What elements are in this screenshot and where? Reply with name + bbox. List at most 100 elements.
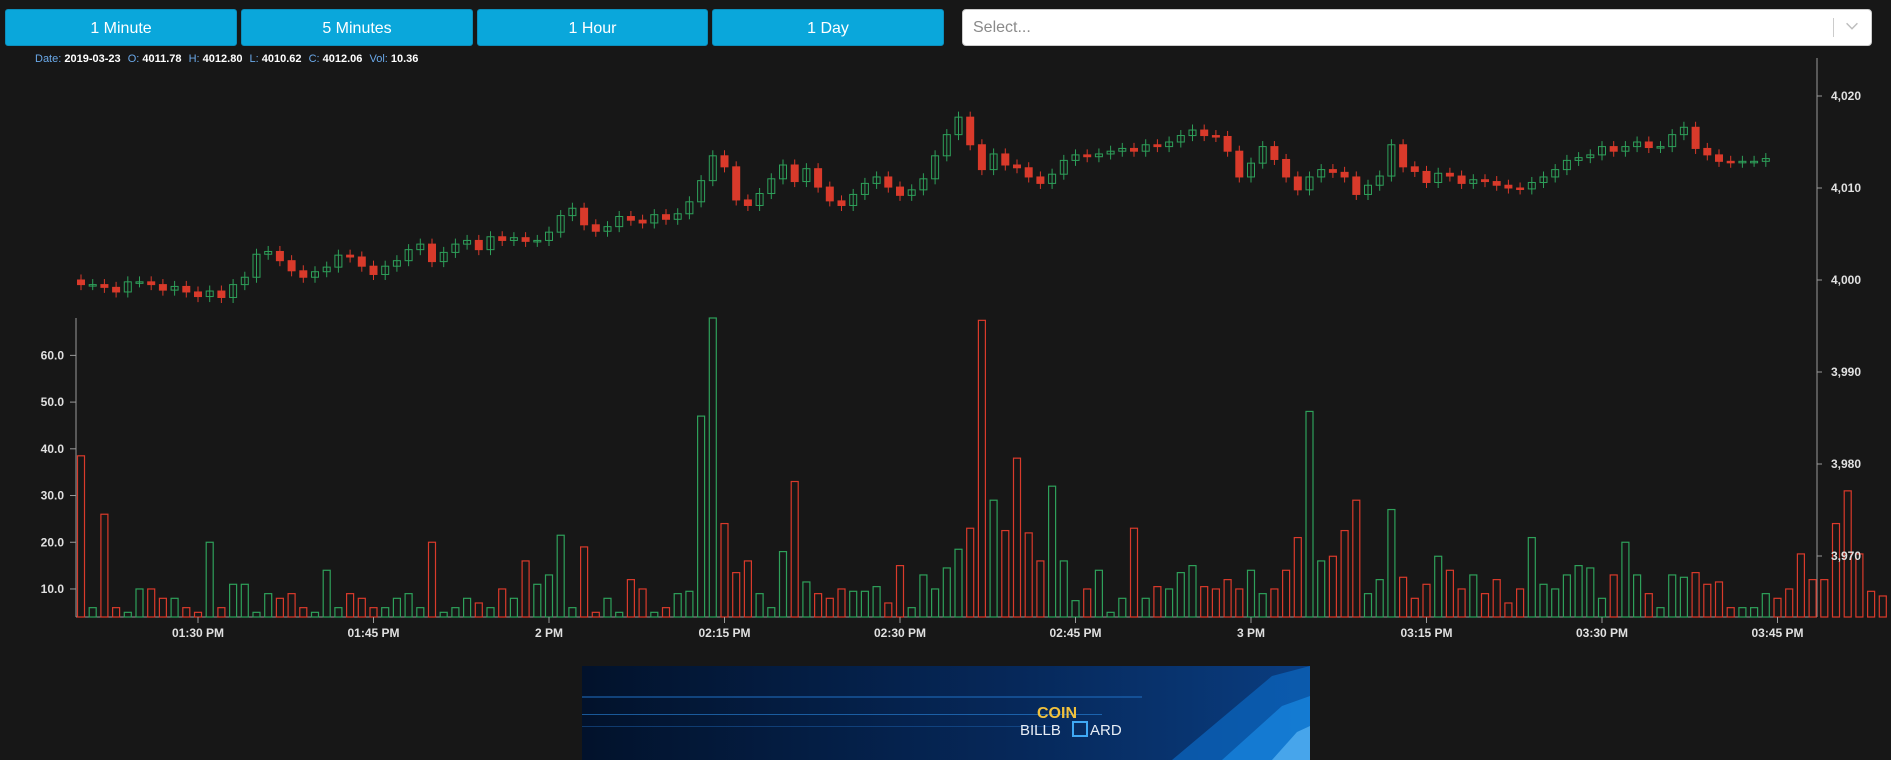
volume-bar xyxy=(989,499,998,618)
volume-bar xyxy=(240,583,249,618)
volume-bar xyxy=(1281,569,1291,618)
volume-bar xyxy=(310,611,320,618)
candle-body xyxy=(1644,141,1653,149)
volume-bar xyxy=(1398,576,1408,618)
volume-bar xyxy=(942,567,951,618)
time-tick-label: 02:15 PM xyxy=(698,626,750,640)
time-tick-label: 2 PM xyxy=(535,626,563,640)
volume-bar xyxy=(1036,560,1045,618)
volume-bar xyxy=(966,527,975,618)
candle-body xyxy=(521,237,530,242)
volume-bar xyxy=(486,607,495,618)
volume-bar xyxy=(1574,565,1583,618)
volume-bar xyxy=(404,593,413,618)
candle-body xyxy=(1422,170,1431,183)
time-tick-label: 3 PM xyxy=(1237,626,1265,640)
price-tick-label: 3,980 xyxy=(1831,457,1861,471)
volume-bar xyxy=(1293,536,1302,618)
volume-bar xyxy=(357,597,366,618)
candle-body xyxy=(275,250,284,262)
volume-bar xyxy=(229,583,238,618)
candle-body xyxy=(580,207,589,226)
price-tick-label: 4,020 xyxy=(1831,89,1861,103)
candle-body xyxy=(626,216,635,221)
candle-body xyxy=(591,224,600,232)
volume-bar xyxy=(615,611,624,618)
volume-bar xyxy=(1457,588,1466,618)
coinbillboard-logo: COIN BILLB ARD xyxy=(582,666,1310,760)
volume-bar xyxy=(1820,579,1829,618)
candle-body xyxy=(662,214,670,220)
candle-body xyxy=(720,155,729,168)
volume-bar xyxy=(123,611,132,618)
volume-bar xyxy=(1656,607,1665,618)
candle-body xyxy=(182,285,191,293)
banner-word-coin: COIN xyxy=(1037,705,1077,722)
volume-bar xyxy=(1785,588,1794,618)
volume-bar xyxy=(568,607,577,618)
volume-bar xyxy=(1363,593,1373,618)
volume-bar xyxy=(1632,574,1642,618)
volume-bar xyxy=(1094,569,1104,618)
volume-bar xyxy=(1270,588,1279,618)
volume-bar xyxy=(1808,579,1817,618)
candle-body xyxy=(1130,147,1138,152)
volume-bar xyxy=(1317,560,1326,618)
price-tick-label: 4,010 xyxy=(1831,181,1861,195)
candle-body xyxy=(1036,176,1045,184)
volume-bar xyxy=(1738,607,1747,618)
volume-bar xyxy=(1831,522,1841,618)
volume-bar xyxy=(1024,532,1033,618)
volume-bar xyxy=(954,548,963,618)
volume-bar xyxy=(275,597,284,618)
volume-bar xyxy=(977,319,987,618)
volume-bar xyxy=(825,597,834,618)
candle-body xyxy=(638,219,647,224)
coinbillboard-banner[interactable]: COIN BILLB ARD xyxy=(582,666,1310,760)
volume-bar xyxy=(1679,576,1689,618)
volume-bar xyxy=(1188,565,1197,618)
volume-bar xyxy=(1001,529,1010,618)
volume-bar xyxy=(1047,485,1057,618)
time-tick-label: 02:45 PM xyxy=(1049,626,1101,640)
volume-bar xyxy=(1083,588,1092,618)
candle-body xyxy=(287,260,296,272)
volume-bar xyxy=(392,597,401,618)
volume-bar xyxy=(1621,541,1630,618)
volume-bar xyxy=(252,611,261,618)
volume-bar xyxy=(603,597,612,618)
volume-bars xyxy=(76,317,1887,618)
banner-word-billb: BILLB xyxy=(1020,722,1061,739)
volume-bar xyxy=(1340,529,1349,618)
volume-bar xyxy=(1726,607,1735,618)
volume-bar xyxy=(743,560,753,618)
volume-bar xyxy=(135,588,144,618)
volume-bar xyxy=(650,611,659,618)
candle-body xyxy=(732,166,741,201)
volume-bar xyxy=(626,579,636,618)
volume-bar xyxy=(790,480,799,618)
candle-body xyxy=(1703,147,1712,156)
candle-body xyxy=(357,256,366,267)
volume-bar xyxy=(205,541,214,618)
candle-body xyxy=(1715,154,1723,162)
candle-body xyxy=(825,186,834,202)
time-tick-label: 03:45 PM xyxy=(1751,626,1803,640)
volume-bar xyxy=(451,607,460,618)
volume-bar xyxy=(778,550,788,618)
candle-body xyxy=(1282,158,1291,178)
price-tick-label: 3,970 xyxy=(1831,549,1861,563)
volume-bar xyxy=(1749,607,1759,618)
candle-body xyxy=(743,199,752,206)
volume-bar xyxy=(369,607,378,618)
candle-body xyxy=(369,265,378,275)
candle-body xyxy=(1013,164,1021,169)
volume-bar xyxy=(1258,593,1267,618)
volume-bar xyxy=(802,581,811,618)
price-volume-chart[interactable]: 3,970 3,980 3,990 4,000 4,010 4,020 10.0 20.0 30… xyxy=(0,0,1891,640)
volume-bar xyxy=(884,602,893,618)
volume-bar xyxy=(88,607,97,618)
candle-body xyxy=(1516,187,1525,190)
volume-bar xyxy=(1153,586,1162,618)
volume-bar xyxy=(1410,597,1419,618)
